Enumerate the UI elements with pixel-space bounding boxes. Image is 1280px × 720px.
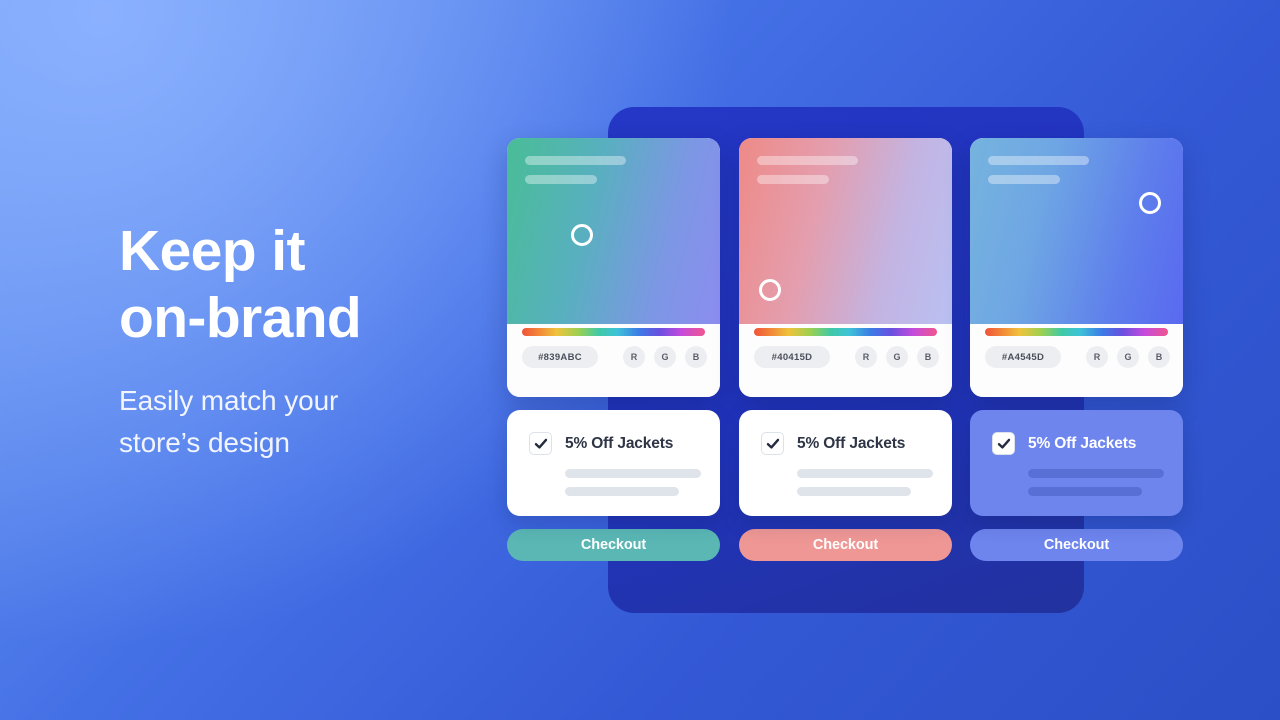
rgb-channel-r[interactable]: R — [1086, 346, 1108, 368]
promo-hero: Keep it on-brand Easily match your store… — [0, 0, 1280, 720]
placeholder-bar — [797, 487, 911, 496]
color-spectrum-slider[interactable] — [522, 328, 705, 336]
copy-block: Keep it on-brand Easily match your store… — [119, 218, 499, 464]
checkmark-icon — [766, 438, 779, 449]
color-picker-footer: #A4545D R G B — [970, 324, 1183, 397]
rgb-channel-group: R G B — [855, 346, 939, 368]
rgb-channel-b[interactable]: B — [1148, 346, 1170, 368]
hex-value-pill[interactable]: #839ABC — [522, 346, 598, 368]
color-picker-footer: #839ABC R G B — [507, 324, 720, 397]
offer-header: 5% Off Jackets — [992, 432, 1165, 455]
placeholder-bar — [1028, 487, 1142, 496]
color-spectrum-slider[interactable] — [985, 328, 1168, 336]
hex-value-pill[interactable]: #40415D — [754, 346, 830, 368]
checkout-button[interactable]: Checkout — [739, 529, 952, 561]
placeholder-bar — [988, 175, 1060, 184]
offer-checkbox[interactable] — [761, 432, 784, 455]
preview-hero — [739, 138, 952, 324]
hex-value-pill[interactable]: #A4545D — [985, 346, 1061, 368]
rgb-channel-r[interactable]: R — [855, 346, 877, 368]
offer-checkbox[interactable] — [992, 432, 1015, 455]
offer-card[interactable]: 5% Off Jackets — [507, 410, 720, 516]
placeholder-bar — [525, 175, 597, 184]
theme-column-1: #839ABC R G B 5% Off Jackets Checkout — [507, 138, 720, 561]
offer-title: 5% Off Jackets — [1028, 434, 1137, 452]
rgb-channel-group: R G B — [623, 346, 707, 368]
theme-column-3: #A4545D R G B 5% Off Jackets Checkout — [970, 138, 1183, 561]
circle-icon — [1139, 192, 1161, 214]
placeholder-bar — [757, 156, 858, 165]
circle-icon — [759, 279, 781, 301]
placeholder-bar — [988, 156, 1089, 165]
offer-header: 5% Off Jackets — [529, 432, 702, 455]
preview-hero — [507, 138, 720, 324]
page-subtitle: Easily match your store’s design — [119, 385, 339, 458]
offer-title: 5% Off Jackets — [797, 434, 906, 452]
theme-column-2: #40415D R G B 5% Off Jackets Checkout — [739, 138, 952, 561]
placeholder-bar — [525, 156, 626, 165]
checkmark-icon — [997, 438, 1010, 449]
checkout-button[interactable]: Checkout — [507, 529, 720, 561]
placeholder-bar — [1028, 469, 1164, 478]
offer-placeholder-lines — [565, 469, 702, 496]
rgb-channel-g[interactable]: G — [886, 346, 908, 368]
rgb-channel-r[interactable]: R — [623, 346, 645, 368]
offer-placeholder-lines — [797, 469, 934, 496]
rgb-channel-b[interactable]: B — [917, 346, 939, 368]
offer-checkbox[interactable] — [529, 432, 552, 455]
placeholder-bar — [797, 469, 933, 478]
offer-placeholder-lines — [1028, 469, 1165, 496]
preview-hero — [970, 138, 1183, 324]
store-preview-card[interactable]: #839ABC R G B — [507, 138, 720, 397]
offer-card[interactable]: 5% Off Jackets — [739, 410, 952, 516]
placeholder-bar — [565, 469, 701, 478]
offer-title: 5% Off Jackets — [565, 434, 674, 452]
page-title: Keep it on-brand — [119, 219, 362, 350]
offer-header: 5% Off Jackets — [761, 432, 934, 455]
checkmark-icon — [534, 438, 547, 449]
checkout-button[interactable]: Checkout — [970, 529, 1183, 561]
offer-card[interactable]: 5% Off Jackets — [970, 410, 1183, 516]
color-picker-footer: #40415D R G B — [739, 324, 952, 397]
placeholder-bar — [757, 175, 829, 184]
circle-icon — [571, 224, 593, 246]
color-spectrum-slider[interactable] — [754, 328, 937, 336]
placeholder-bar — [565, 487, 679, 496]
store-preview-card[interactable]: #40415D R G B — [739, 138, 952, 397]
rgb-channel-group: R G B — [1086, 346, 1170, 368]
rgb-channel-b[interactable]: B — [685, 346, 707, 368]
rgb-channel-g[interactable]: G — [1117, 346, 1139, 368]
rgb-channel-g[interactable]: G — [654, 346, 676, 368]
store-preview-card[interactable]: #A4545D R G B — [970, 138, 1183, 397]
